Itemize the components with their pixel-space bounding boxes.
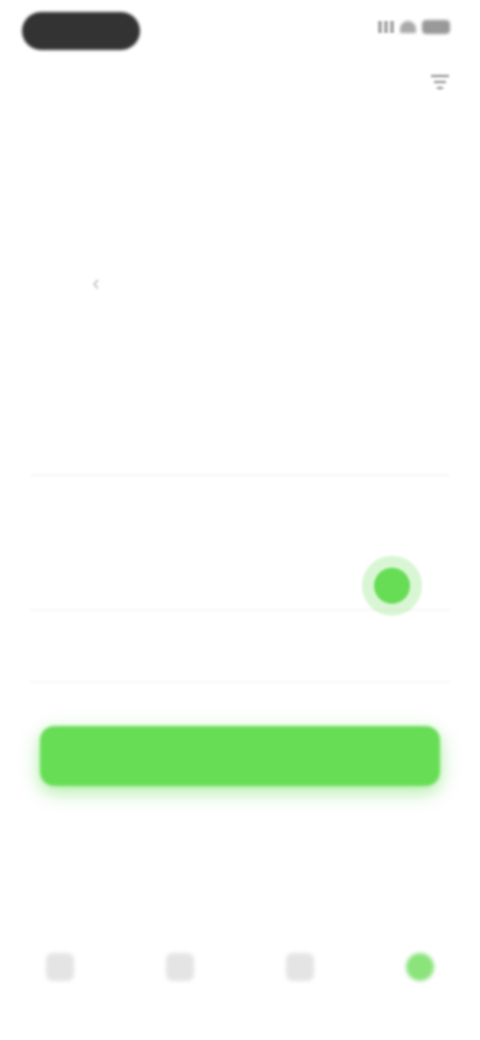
summary-stats — [30, 334, 450, 414]
nav-item-list[interactable] — [120, 930, 240, 1010]
stat-item — [30, 334, 170, 414]
filter-icon[interactable] — [426, 72, 454, 96]
nav-item-home[interactable] — [0, 930, 120, 1010]
activity-chart — [30, 450, 450, 700]
status-bar — [0, 0, 480, 60]
battery-icon — [422, 20, 450, 34]
status-icons — [378, 20, 450, 34]
nav-item-profile[interactable] — [360, 930, 480, 1010]
stat-item — [310, 334, 450, 414]
home-icon — [46, 953, 74, 981]
stat-item — [170, 334, 310, 414]
status-time — [22, 12, 140, 50]
chevron-left-icon[interactable]: ‹ — [84, 270, 108, 295]
wifi-icon — [400, 21, 416, 33]
date-selector: ‹ — [60, 262, 450, 306]
tab-3[interactable] — [320, 112, 480, 152]
chart-svg — [30, 474, 450, 683]
data-point[interactable] — [374, 567, 410, 604]
signal-icon — [378, 21, 394, 33]
list-icon — [166, 953, 194, 981]
primary-button[interactable] — [40, 726, 440, 786]
tab-bar — [0, 112, 480, 152]
nav-item-chart[interactable] — [240, 930, 360, 1010]
bottom-nav — [0, 930, 480, 1010]
tab-1[interactable] — [0, 112, 160, 152]
tab-2[interactable] — [160, 112, 320, 152]
header — [0, 62, 480, 106]
profile-icon — [406, 953, 434, 981]
chart-icon — [286, 953, 314, 981]
